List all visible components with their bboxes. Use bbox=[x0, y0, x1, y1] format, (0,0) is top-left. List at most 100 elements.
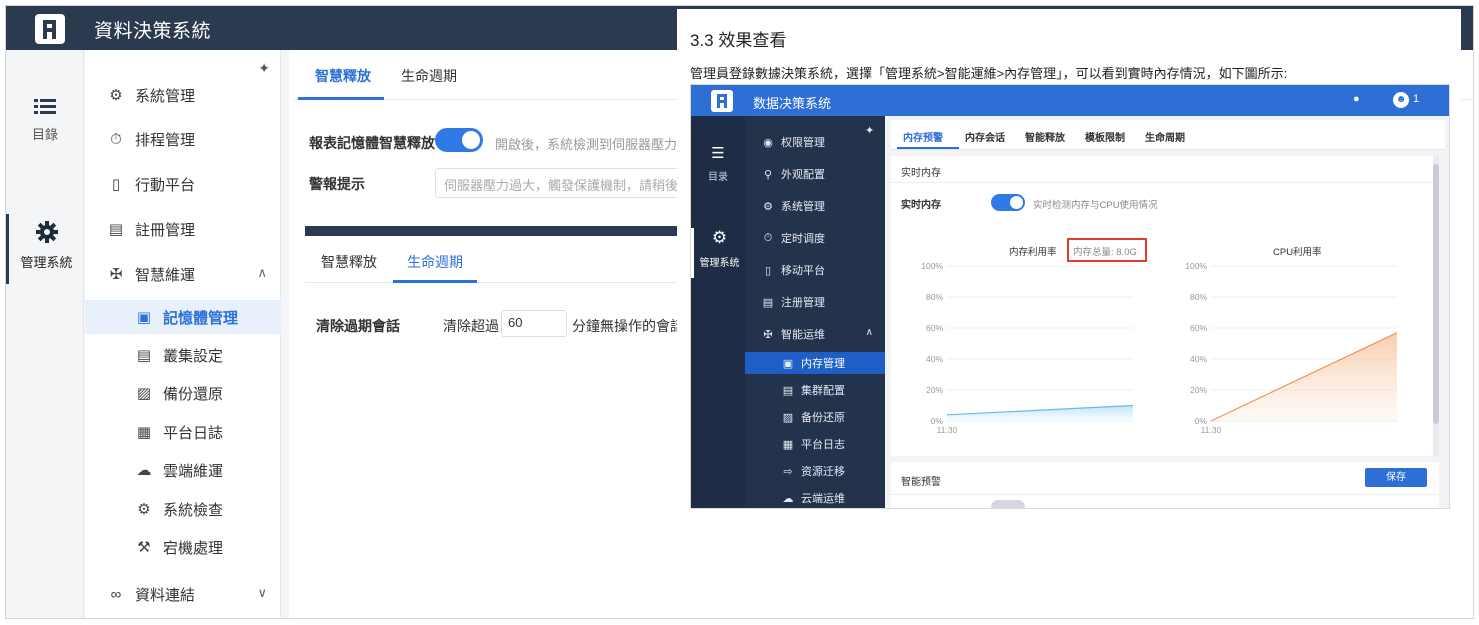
tab-lifecycle[interactable]: 生命週期 bbox=[401, 66, 457, 86]
memory-icon: ▣ bbox=[782, 357, 794, 370]
backup-icon: ▨ bbox=[136, 385, 152, 402]
tab-memory-alert: 内存预警 bbox=[903, 133, 943, 144]
menu-label: 集群配置 bbox=[801, 385, 845, 397]
document-panel: 3.3 效果查看 管理員登錄數據決策系統，選擇「管理系統>智能運維>內存管理」，… bbox=[677, 9, 1461, 515]
tab-smart-release[interactable]: 智慧釋放 bbox=[321, 252, 377, 272]
sidebar-item-label: 叢集設定 bbox=[163, 347, 224, 365]
clear-prefix-text: 清除超過 bbox=[443, 318, 499, 334]
pin-icon[interactable]: ✦ bbox=[258, 60, 270, 77]
sidebar-item-platform-log[interactable]: ▦ 平台日誌 bbox=[85, 415, 281, 449]
register-icon: ▤ bbox=[762, 296, 774, 309]
menu-label: 系统管理 bbox=[781, 201, 825, 213]
y-tick-label: 60% bbox=[1190, 323, 1207, 333]
alert-message-input[interactable]: 伺服器壓力過大，觸發保護機制，請稍後 bbox=[435, 168, 685, 198]
cluster-icon: ▤ bbox=[782, 384, 794, 397]
menu-item: ⏱ 定时调度 bbox=[745, 227, 885, 249]
tab-smart-release[interactable]: 智慧釋放 bbox=[315, 66, 371, 86]
alert-toggle bbox=[991, 500, 1025, 508]
menu-item-active: ▣ 内存管理 bbox=[745, 352, 885, 374]
sidebar-item-mobile[interactable]: ▯ 行動平台 bbox=[85, 167, 281, 201]
gear-icon: ⚙ bbox=[763, 200, 773, 213]
icon-bar: 目錄 管理系統 bbox=[6, 50, 84, 618]
session-timeout-input[interactable]: 60 bbox=[501, 310, 567, 337]
check-icon: ⚙ bbox=[137, 501, 151, 518]
section-divider-bar bbox=[305, 226, 705, 236]
sidebar-item-data-link[interactable]: ∞ 資料連結 ∨ bbox=[85, 577, 281, 611]
migrate-icon: ⇨ bbox=[783, 465, 793, 478]
screenshot-top-bar: 数据决策系统 ● ☻ 1 bbox=[691, 85, 1449, 116]
menu-item: ◉ 权限管理 bbox=[745, 131, 885, 153]
y-tick-label: 100% bbox=[1185, 261, 1207, 271]
avatar: ☻ bbox=[1393, 92, 1409, 108]
cluster-icon: ▤ bbox=[136, 347, 152, 364]
catalog-nav: ☰ 目录 bbox=[691, 144, 745, 183]
log-icon: ▦ bbox=[782, 438, 794, 451]
sidebar-item-label: 系統檢查 bbox=[163, 501, 224, 519]
tab-memory-session: 内存会话 bbox=[965, 133, 1005, 144]
sidebar-item-memory-management[interactable]: ▣ 記憶體管理 bbox=[85, 300, 281, 334]
menu-item: ▤ 集群配置 bbox=[745, 379, 885, 401]
menu-item: ▨ 备份还原 bbox=[745, 406, 885, 428]
sidebar-item-schedule[interactable]: ⏱ 排程管理 bbox=[85, 122, 281, 156]
mobile-icon: ▯ bbox=[111, 176, 121, 193]
menu-item: ▦ 平台日志 bbox=[745, 433, 885, 455]
release-toggle[interactable] bbox=[435, 128, 483, 152]
sidebar-item-register[interactable]: ▤ 註冊管理 bbox=[85, 212, 281, 246]
sidebar-item-crash-handling[interactable]: ⚒ 宕機處理 bbox=[85, 530, 281, 564]
active-tab-indicator bbox=[298, 97, 384, 100]
list-icon bbox=[34, 99, 56, 114]
admin-nav[interactable]: 管理系統 bbox=[6, 214, 84, 284]
sidebar-item-label: 排程管理 bbox=[135, 131, 196, 149]
wrench-icon: ⚒ bbox=[137, 539, 151, 556]
sidebar-item-cluster[interactable]: ▤ 叢集設定 bbox=[85, 338, 281, 372]
screenshot-icon-bar: ☰ 目录 ⚙ 管理系统 bbox=[691, 116, 745, 508]
screenshot-main: 内存预警 内存会话 智能释放 模板限制 生命周期 实时内存 实时内存 实时检测内… bbox=[885, 116, 1449, 508]
sidebar-item-cloud-ops[interactable]: ☁ 雲端維運 bbox=[85, 453, 281, 487]
screenshot-app-title: 数据决策系统 bbox=[753, 96, 832, 111]
sidebar-item-system-check[interactable]: ⚙ 系統檢查 bbox=[85, 492, 281, 526]
sidebar-item-backup[interactable]: ▨ 備份還原 bbox=[85, 376, 281, 410]
sidebar-item-label: 宕機處理 bbox=[163, 539, 224, 557]
timer-icon: ⏱ bbox=[763, 231, 773, 244]
scrollbar-thumb bbox=[1433, 164, 1439, 424]
doc-paragraph: 管理員登錄數據決策系統，選擇「管理系統>智能運維>內存管理」，可以看到實時內存情… bbox=[690, 66, 1288, 81]
tab-smart-release: 智能释放 bbox=[1025, 133, 1065, 144]
gear-icon: ⚙ bbox=[109, 87, 123, 104]
y-tick-label: 20% bbox=[926, 385, 943, 395]
sidebar-item-label: 資料連結 bbox=[135, 586, 196, 604]
menu-item: ▯ 移动平台 bbox=[745, 259, 885, 281]
memory-icon: ▣ bbox=[136, 309, 152, 326]
sidebar-item-label: 行動平台 bbox=[135, 176, 196, 194]
admin-label: 管理系統 bbox=[20, 255, 73, 270]
y-tick-label: 40% bbox=[926, 354, 943, 364]
sidebar-item-label: 系統管理 bbox=[135, 87, 196, 105]
screenshot-tabs: 内存预警 内存会话 智能释放 模板限制 生命周期 bbox=[891, 120, 1445, 150]
sidebar-item-label: 備份還原 bbox=[163, 385, 224, 403]
utilization-charts: 100%80%60%40%20%0%11:30100%80%60%40%20%0… bbox=[921, 261, 1398, 435]
catalog-label: 目錄 bbox=[31, 127, 58, 142]
scrollbar bbox=[1433, 156, 1439, 456]
register-icon: ▤ bbox=[108, 221, 124, 238]
active-tab-indicator bbox=[393, 280, 477, 283]
menu-label: 平台日志 bbox=[801, 439, 845, 451]
sidebar-item-label: 記憶體管理 bbox=[163, 309, 239, 327]
backup-icon: ▨ bbox=[782, 411, 794, 424]
sidebar-item-smart-ops[interactable]: ✠ 智慧維運 ∧ bbox=[85, 257, 281, 291]
toggle-knob bbox=[462, 131, 480, 149]
cloud-icon: ☁ bbox=[136, 462, 152, 479]
sidebar-item-label: 註冊管理 bbox=[135, 221, 196, 239]
menu-item: ▤ 注册管理 bbox=[745, 291, 885, 313]
user-name: 1 bbox=[1413, 93, 1420, 105]
menu-item: ✠ 智能运维 ∧ bbox=[745, 323, 885, 345]
y-tick-label: 40% bbox=[1190, 354, 1207, 364]
gear-icon: ⚙ bbox=[711, 228, 728, 247]
realtime-memory-card: 实时内存 实时内存 实时检测内存与CPU使用情况 内存利用率 内存总量: 8.0… bbox=[891, 156, 1439, 456]
timer-icon: ⏱ bbox=[110, 130, 122, 148]
catalog-nav[interactable]: 目錄 bbox=[6, 98, 84, 143]
chevron-up-icon: ∧ bbox=[865, 327, 873, 338]
y-tick-label: 100% bbox=[921, 261, 943, 271]
menu-item: ⇨ 资源迁移 bbox=[745, 460, 885, 482]
sidebar-item-system-management[interactable]: ⚙ 系統管理 bbox=[85, 78, 281, 112]
tab-lifecycle[interactable]: 生命週期 bbox=[407, 252, 463, 272]
admin-nav: ⚙ 管理系统 bbox=[691, 228, 745, 278]
